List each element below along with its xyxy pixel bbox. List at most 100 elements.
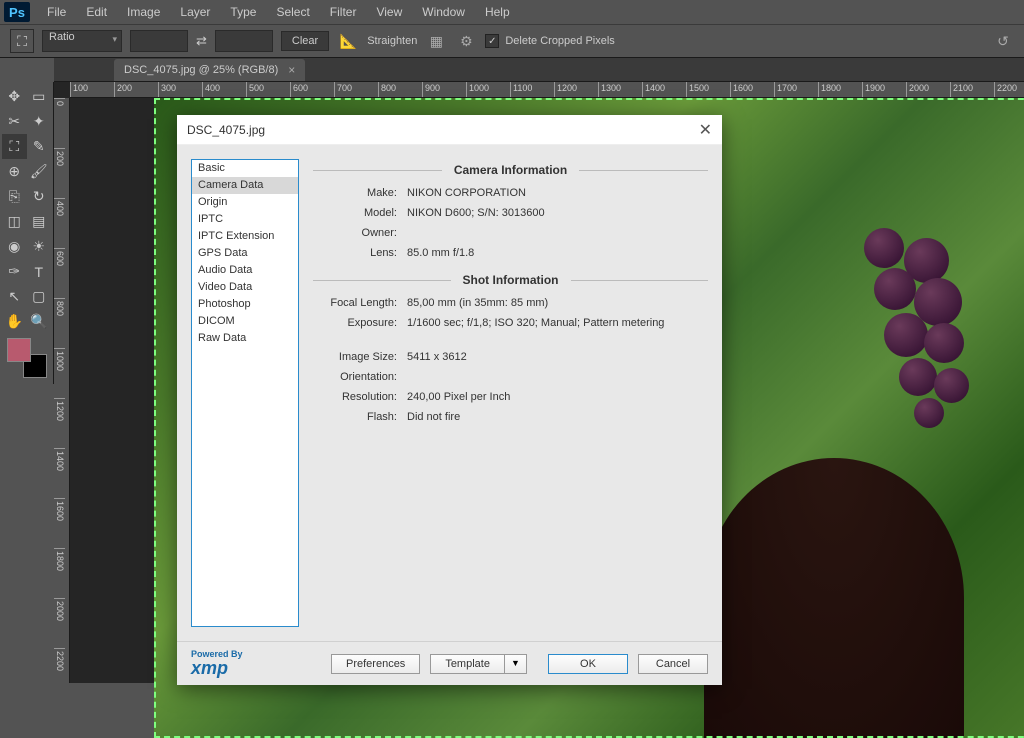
menu-window[interactable]: Window [413, 2, 474, 22]
marquee-tool[interactable]: ▭ [27, 84, 52, 109]
lens-value: 85.0 mm f/1.8 [407, 247, 708, 259]
file-info-dialog: DSC_4075.jpg ✕ BasicCamera DataOriginIPT… [177, 115, 722, 685]
menu-file[interactable]: File [38, 2, 75, 22]
ruler-tick: 2000 [54, 598, 65, 648]
ruler-tick: 400 [202, 82, 246, 97]
move-tool[interactable]: ✥ [2, 84, 27, 109]
delete-cropped-checkbox[interactable]: ✓ Delete Cropped Pixels [485, 34, 614, 48]
reset-icon[interactable]: ↺ [992, 30, 1014, 52]
path-tool[interactable]: ↖ [2, 284, 27, 309]
ruler-tick: 300 [158, 82, 202, 97]
menu-image[interactable]: Image [118, 2, 169, 22]
preferences-button[interactable]: Preferences [331, 654, 420, 674]
brush-tool[interactable]: 🖌 [27, 159, 52, 184]
ruler-tick: 1700 [774, 82, 818, 97]
color-swatches[interactable] [7, 338, 47, 378]
ruler-tick: 2200 [54, 648, 65, 683]
info-pane: Camera Information Make:NIKON CORPORATIO… [313, 159, 708, 627]
ratio-dropdown[interactable]: Ratio [42, 30, 122, 52]
ruler-tick: 700 [334, 82, 378, 97]
delete-cropped-label: Delete Cropped Pixels [505, 35, 614, 47]
eyedropper-tool[interactable]: ✎ [27, 134, 52, 159]
grid-icon[interactable]: ▦ [425, 30, 447, 52]
cancel-button[interactable]: Cancel [638, 654, 708, 674]
wand-tool[interactable]: ✦ [27, 109, 52, 134]
ruler-tick: 500 [246, 82, 290, 97]
type-tool[interactable]: T [27, 259, 52, 284]
category-list: BasicCamera DataOriginIPTCIPTC Extension… [191, 159, 299, 627]
dodge-tool[interactable]: ☀ [27, 234, 52, 259]
model-label: Model: [313, 207, 407, 219]
gradient-tool[interactable]: ▤ [27, 209, 52, 234]
ruler-tick: 1800 [54, 548, 65, 598]
foreground-color[interactable] [7, 338, 31, 362]
focal-value: 85,00 mm (in 35mm: 85 mm) [407, 297, 708, 309]
category-item[interactable]: Photoshop [192, 296, 298, 313]
ruler-tick: 2100 [950, 82, 994, 97]
hand-tool[interactable]: ✋ [2, 309, 27, 334]
category-item[interactable]: Audio Data [192, 262, 298, 279]
menu-edit[interactable]: Edit [77, 2, 116, 22]
category-item[interactable]: Video Data [192, 279, 298, 296]
shape-tool[interactable]: ▢ [27, 284, 52, 309]
gear-icon[interactable]: ⚙ [455, 30, 477, 52]
category-item[interactable]: Camera Data [192, 177, 298, 194]
close-icon[interactable]: × [288, 63, 295, 77]
horizontal-ruler: 1002003004005006007008009001000110012001… [70, 82, 1024, 98]
menu-filter[interactable]: Filter [321, 2, 366, 22]
toolbox: ✥▭ ✂✦ ⛶✎ ⊕🖌 ⎘↻ ◫▤ ◉☀ ✑T ↖▢ ✋🔍 [0, 82, 54, 384]
document-tab[interactable]: DSC_4075.jpg @ 25% (RGB/8) × [114, 59, 305, 81]
ruler-tick: 1600 [730, 82, 774, 97]
document-tab-title: DSC_4075.jpg @ 25% (RGB/8) [124, 64, 278, 76]
crop-tool[interactable]: ⛶ [2, 134, 27, 159]
ruler-tick: 100 [70, 82, 114, 97]
category-item[interactable]: Raw Data [192, 330, 298, 347]
xmp-logo: Powered By xmp [191, 650, 271, 677]
menu-type[interactable]: Type [221, 2, 265, 22]
model-value: NIKON D600; S/N: 3013600 [407, 207, 708, 219]
ruler-tick: 1000 [54, 348, 65, 398]
dialog-close-button[interactable]: ✕ [699, 120, 712, 140]
make-value: NIKON CORPORATION [407, 187, 708, 199]
category-item[interactable]: GPS Data [192, 245, 298, 262]
imagesize-label: Image Size: [313, 351, 407, 363]
category-item[interactable]: Basic [192, 160, 298, 177]
ruler-tick: 1200 [554, 82, 598, 97]
menu-view[interactable]: View [367, 2, 411, 22]
category-item[interactable]: IPTC [192, 211, 298, 228]
category-item[interactable]: DICOM [192, 313, 298, 330]
dialog-title-text: DSC_4075.jpg [187, 123, 265, 137]
menu-help[interactable]: Help [476, 2, 519, 22]
lens-label: Lens: [313, 247, 407, 259]
ruler-tick: 1000 [466, 82, 510, 97]
menu-select[interactable]: Select [267, 2, 318, 22]
heal-tool[interactable]: ⊕ [2, 159, 27, 184]
ratio-width-input[interactable] [130, 30, 188, 52]
ruler-tick: 2000 [906, 82, 950, 97]
menu-layer[interactable]: Layer [171, 2, 219, 22]
app-logo: Ps [4, 2, 30, 22]
eraser-tool[interactable]: ◫ [2, 209, 27, 234]
template-dropdown[interactable]: Template▼ [430, 654, 527, 674]
straighten-icon[interactable]: 📐 [337, 30, 359, 52]
crop-tool-icon[interactable]: ⛶ [10, 29, 34, 53]
category-item[interactable]: Origin [192, 194, 298, 211]
ruler-tick: 600 [290, 82, 334, 97]
history-brush-tool[interactable]: ↻ [27, 184, 52, 209]
swap-icon[interactable]: ⇄ [196, 33, 207, 49]
orientation-value [407, 371, 708, 383]
clear-button[interactable]: Clear [281, 31, 329, 51]
section-camera-info: Camera Information [313, 163, 708, 177]
category-item[interactable]: IPTC Extension [192, 228, 298, 245]
zoom-tool[interactable]: 🔍 [27, 309, 52, 334]
ratio-height-input[interactable] [215, 30, 273, 52]
ruler-tick: 200 [54, 148, 65, 198]
lasso-tool[interactable]: ✂ [2, 109, 27, 134]
blur-tool[interactable]: ◉ [2, 234, 27, 259]
owner-label: Owner: [313, 227, 407, 239]
stamp-tool[interactable]: ⎘ [2, 184, 27, 209]
ruler-tick: 400 [54, 198, 65, 248]
ok-button[interactable]: OK [548, 654, 628, 674]
ruler-tick: 200 [114, 82, 158, 97]
pen-tool[interactable]: ✑ [2, 259, 27, 284]
